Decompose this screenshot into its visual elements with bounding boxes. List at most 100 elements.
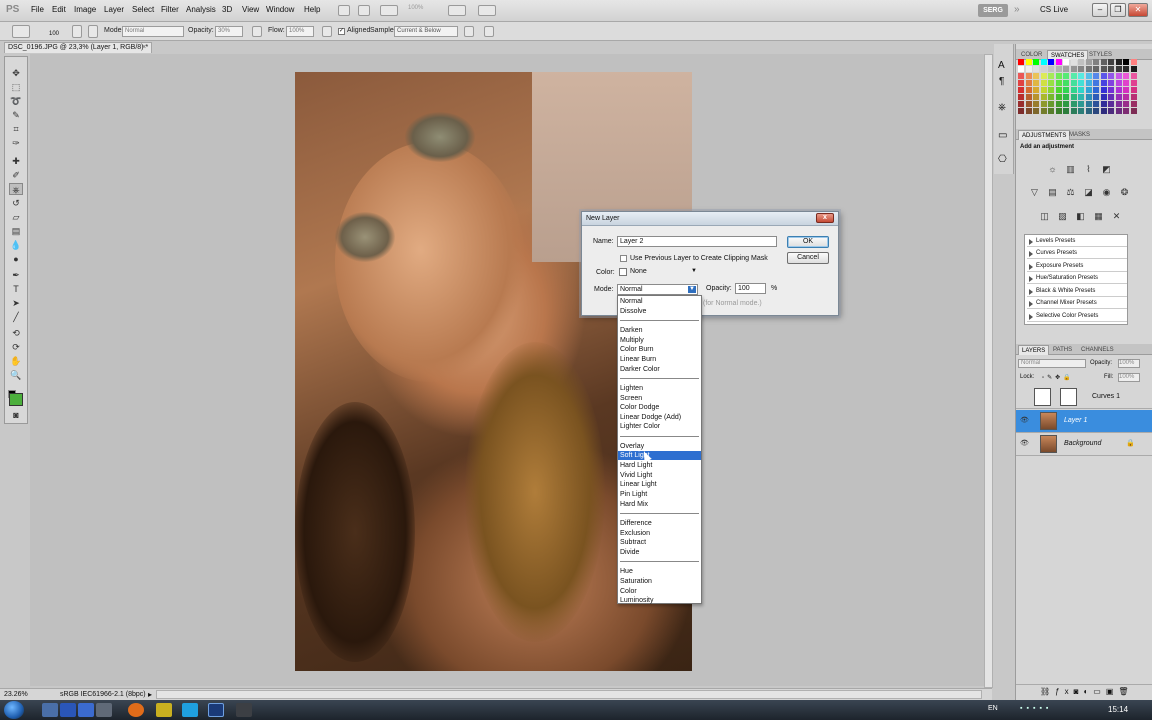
swatch[interactable] <box>1070 101 1077 107</box>
blend-mode-option[interactable]: Color Burn <box>618 345 701 354</box>
history-brush-icon[interactable]: ↺ <box>9 197 23 209</box>
menu-window[interactable]: Window <box>266 5 294 14</box>
swatch[interactable] <box>1078 94 1084 100</box>
tab-channels[interactable]: CHANNELS <box>1078 345 1117 355</box>
swatch[interactable] <box>1040 73 1047 79</box>
opacity-input[interactable]: 100 <box>735 283 766 294</box>
app-icon[interactable] <box>96 703 112 717</box>
swatch[interactable] <box>1018 80 1024 86</box>
swatch[interactable] <box>1025 66 1032 72</box>
swatch[interactable] <box>1123 73 1129 79</box>
zoom-field[interactable]: 100% <box>408 5 434 16</box>
swatch[interactable] <box>1115 59 1122 65</box>
swatch[interactable] <box>1063 101 1069 107</box>
swatch[interactable] <box>1130 66 1137 72</box>
swatch[interactable] <box>1100 94 1107 100</box>
type-tool-icon[interactable]: T <box>9 283 23 295</box>
input-language[interactable]: EN <box>988 705 998 712</box>
swatch[interactable] <box>1025 108 1032 114</box>
swatch[interactable] <box>1093 59 1099 65</box>
blend-mode-option[interactable]: Darken <box>618 326 701 335</box>
blend-mode-option[interactable]: Linear Burn <box>618 355 701 364</box>
swatch[interactable] <box>1100 87 1107 93</box>
swatch[interactable] <box>1033 94 1039 100</box>
levels-icon[interactable]: ▥ <box>1064 163 1077 175</box>
swatch[interactable] <box>1115 101 1122 107</box>
blend-mode-select[interactable]: Normal <box>1018 359 1086 368</box>
start-button[interactable] <box>4 701 24 719</box>
swatch[interactable] <box>1130 80 1137 86</box>
swatch[interactable] <box>1018 59 1024 65</box>
blend-mode-option[interactable]: Linear Light <box>618 480 701 489</box>
blend-mode-option[interactable]: Lighten <box>618 384 701 393</box>
pressure-size-icon[interactable] <box>484 26 494 37</box>
preset-item[interactable]: Curves Presets <box>1027 248 1127 259</box>
swatch[interactable] <box>1123 108 1129 114</box>
exposure-icon[interactable]: ◩ <box>1100 163 1113 175</box>
pressure-opacity-icon[interactable] <box>252 26 262 37</box>
swatch[interactable] <box>1115 87 1122 93</box>
swatch[interactable] <box>1063 94 1069 100</box>
ie-icon[interactable] <box>78 703 94 717</box>
menu-help[interactable]: Help <box>304 5 320 14</box>
brush-tool-icon[interactable]: ✐ <box>9 169 23 181</box>
status-menu-icon[interactable]: ▸ <box>148 690 152 699</box>
swatch[interactable] <box>1085 59 1092 65</box>
swatch[interactable] <box>1123 87 1129 93</box>
mini-bridge-icon[interactable] <box>358 5 370 16</box>
blend-mode-option[interactable]: Saturation <box>618 577 701 586</box>
blend-mode-option[interactable]: Hard Light <box>618 461 701 470</box>
swatch[interactable] <box>1115 66 1122 72</box>
layer-row[interactable]: 👁 Background 🔒 <box>1016 433 1152 456</box>
crop-tool-icon[interactable]: ⌗ <box>9 123 23 135</box>
swatch[interactable] <box>1018 108 1024 114</box>
swatch[interactable] <box>1123 66 1129 72</box>
dodge-tool-icon[interactable]: ● <box>9 253 23 265</box>
swatch[interactable] <box>1040 108 1047 114</box>
swatch[interactable] <box>1100 66 1107 72</box>
zoom-tool-icon[interactable]: 🔍 <box>9 369 23 381</box>
clone-stamp-icon[interactable] <box>12 25 30 38</box>
blend-mode-option[interactable]: Darker Color <box>618 365 701 374</box>
swatch[interactable] <box>1078 80 1084 86</box>
menu-image[interactable]: Image <box>74 5 96 14</box>
swatch[interactable] <box>1025 101 1032 107</box>
swatch[interactable] <box>1055 59 1062 65</box>
swatch[interactable] <box>1033 108 1039 114</box>
dialog-close-icon[interactable]: x <box>816 213 834 223</box>
sample-select[interactable]: Current & Below <box>394 26 458 37</box>
eye-icon[interactable]: 👁 <box>1020 417 1030 425</box>
swatch[interactable] <box>1070 59 1077 65</box>
flow-field[interactable]: 100% <box>286 26 314 37</box>
blend-mode-option[interactable]: Luminosity <box>618 596 701 605</box>
preset-item[interactable]: Channel Mixer Presets <box>1027 298 1127 309</box>
blend-mode-option[interactable]: Divide <box>618 548 701 557</box>
swatch[interactable] <box>1108 101 1114 107</box>
swatch[interactable] <box>1115 108 1122 114</box>
channel-mixer-icon[interactable]: ❂ <box>1118 186 1131 198</box>
swatch[interactable] <box>1100 59 1107 65</box>
screen-mode-icon[interactable] <box>478 5 496 16</box>
swatch[interactable] <box>1033 73 1039 79</box>
swatch[interactable] <box>1040 66 1047 72</box>
swatch[interactable] <box>1063 66 1069 72</box>
swatch[interactable] <box>1100 73 1107 79</box>
swatch[interactable] <box>1123 94 1129 100</box>
lasso-tool-icon[interactable]: ➰ <box>9 95 23 107</box>
swatch[interactable] <box>1040 59 1047 65</box>
swatch[interactable] <box>1055 94 1062 100</box>
blend-mode-option[interactable]: Normal <box>618 297 701 306</box>
swatch[interactable] <box>1063 73 1069 79</box>
blend-mode-option[interactable]: Exclusion <box>618 529 701 538</box>
brush-size[interactable]: 100 <box>46 25 62 38</box>
layer-row[interactable]: 👁 Layer 1 <box>1016 410 1152 433</box>
swatch[interactable] <box>1055 87 1062 93</box>
paragraph-panel-icon[interactable]: ¶ <box>999 76 1004 87</box>
swatch[interactable] <box>1033 87 1039 93</box>
document-tab[interactable]: DSC_0196.JPG @ 23,3% (Layer 1, RGB/8) * … <box>4 42 152 53</box>
blend-mode-option[interactable]: Multiply <box>618 336 701 345</box>
photoshop-task-icon[interactable] <box>208 703 224 717</box>
blend-mode-option[interactable]: Difference <box>618 519 701 528</box>
swatch[interactable] <box>1078 108 1084 114</box>
hue-sat-icon[interactable]: ▤ <box>1046 186 1059 198</box>
